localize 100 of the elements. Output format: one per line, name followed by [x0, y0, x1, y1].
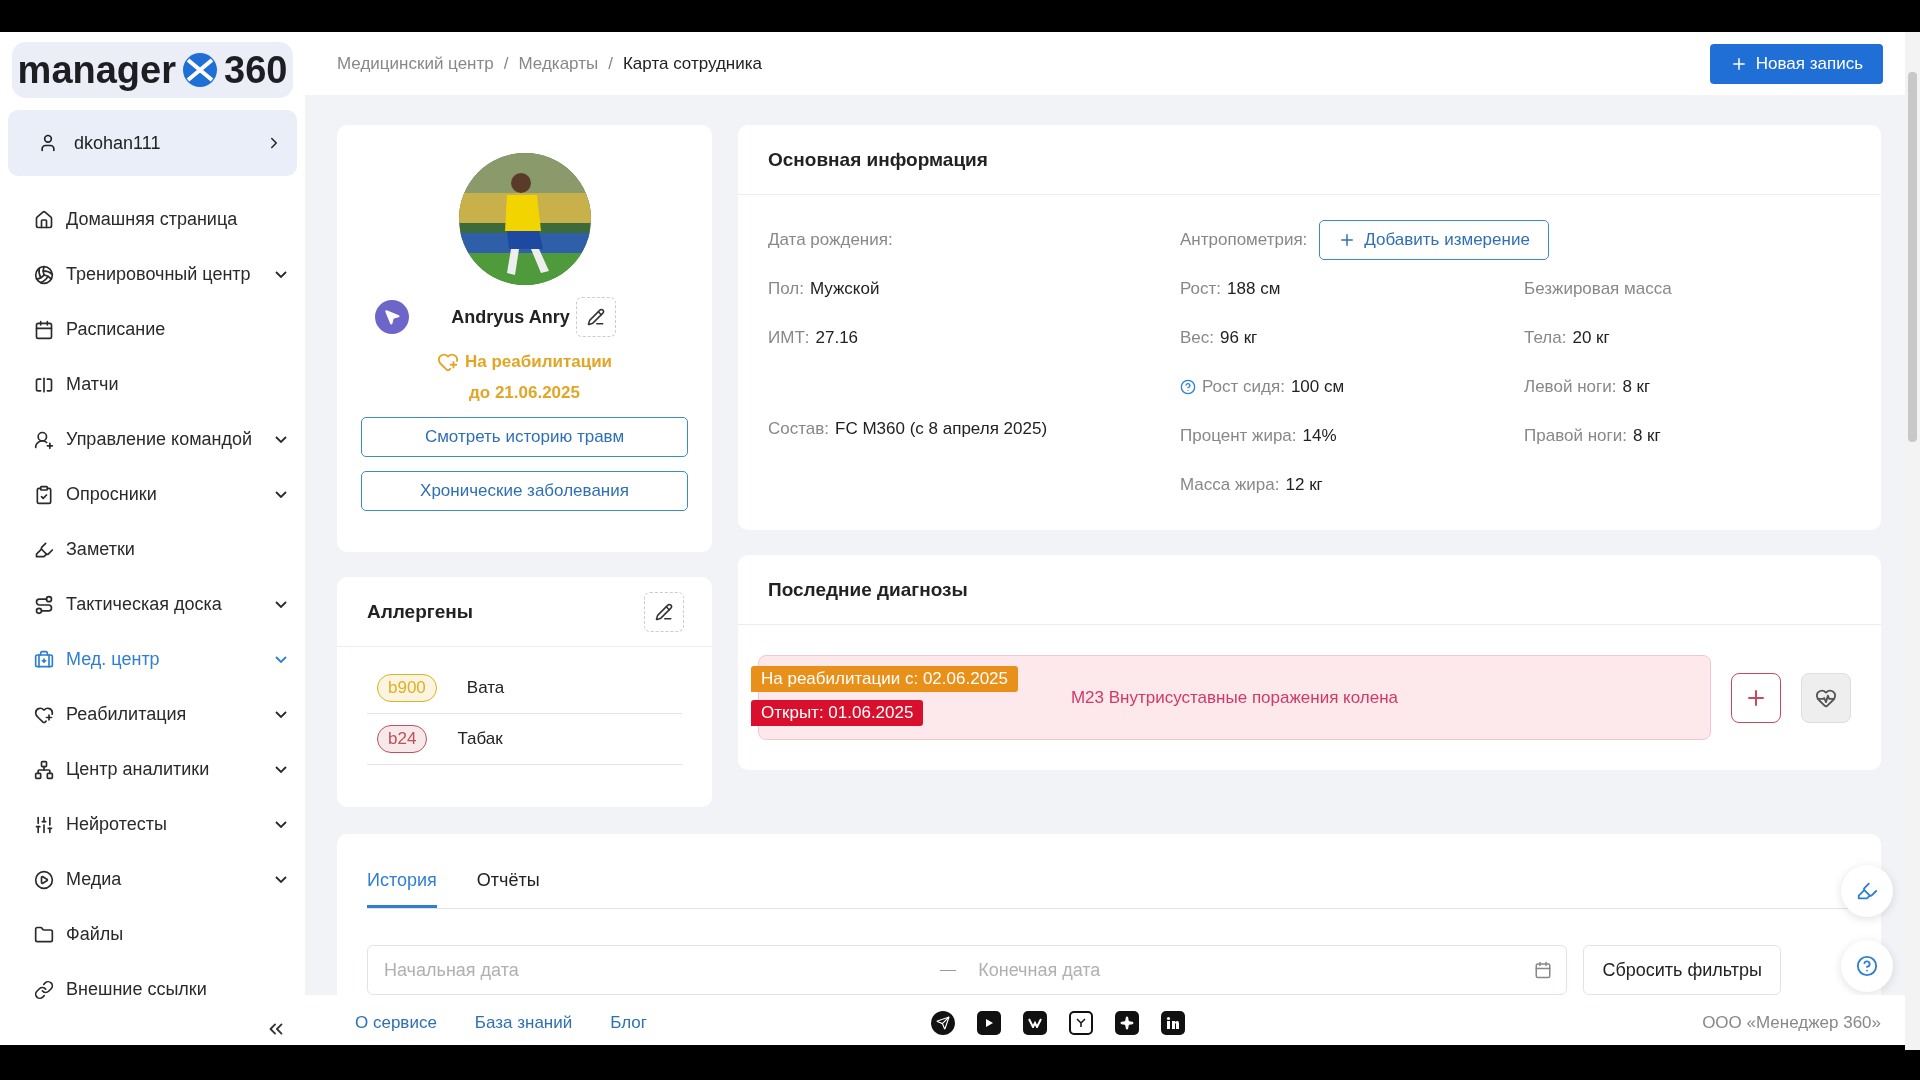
calendar-icon [34, 319, 54, 340]
linkedin-icon[interactable] [1161, 1010, 1185, 1035]
breadcrumb-link[interactable]: Карта сотрудника [622, 53, 762, 74]
footer-link[interactable]: База знаний [474, 1012, 573, 1033]
end-date-field[interactable]: Конечная дата [976, 958, 1515, 982]
field-value: 8 кг [1632, 425, 1661, 446]
footer-link[interactable]: Блог [610, 1012, 647, 1033]
allergen-code: b24 [377, 725, 428, 753]
field-value: 12 кг [1285, 474, 1323, 495]
pointer-icon [375, 300, 409, 334]
nav-item[interactable]: Тактическая доска [8, 577, 297, 632]
user-plus-icon [34, 429, 54, 450]
play-icon[interactable] [977, 1010, 1001, 1035]
route-icon [34, 594, 54, 615]
card-title: Последние диагнозы [768, 578, 968, 601]
tab[interactable]: История [367, 860, 437, 908]
field-label: Рост: [1180, 278, 1222, 299]
edit-button[interactable] [644, 591, 684, 632]
medical-kit-icon [34, 649, 54, 670]
add-button[interactable] [1731, 672, 1781, 723]
card-title: Аллергены [367, 600, 473, 623]
calendar-icon [1534, 961, 1553, 979]
user-menu[interactable]: dkohan111 [8, 110, 297, 176]
outline-button[interactable]: Смотреть историю травм [361, 417, 688, 457]
new-record-button[interactable]: Новая запись [1709, 43, 1883, 84]
footer-link[interactable]: О сервисе [355, 1012, 437, 1033]
sparkle-icon[interactable] [1115, 1010, 1139, 1035]
heart-icon [34, 704, 54, 725]
field-value: 20 кг [1572, 327, 1610, 348]
edit-button[interactable] [575, 297, 616, 337]
nav-item[interactable]: Расписание [8, 302, 297, 357]
user-icon [38, 133, 58, 153]
square-logo-icon[interactable] [1023, 1010, 1047, 1035]
nav-item[interactable]: Реабилитация [8, 687, 297, 742]
heart-icon [436, 351, 459, 373]
highlighter-icon [1856, 880, 1878, 902]
field-label: Антропометрия: [1180, 229, 1308, 250]
breadcrumb-separator: / [503, 53, 509, 74]
nav-item[interactable]: Домашняя страница [8, 192, 297, 247]
field-value: 100 см [1290, 376, 1345, 397]
allergen-name: Табак [457, 729, 503, 749]
nav-item[interactable]: Управление командой [8, 412, 297, 467]
field-label: Дата рождения: [768, 229, 893, 250]
diagnosis-text: M23 Внутрисуставные поражения колена [1070, 687, 1399, 708]
clipboard-check-icon [34, 484, 54, 505]
add-measurement-button[interactable]: Добавить измерение [1319, 219, 1549, 260]
field-label: Состав: [768, 418, 830, 439]
nav-item[interactable]: Матчи [8, 357, 297, 412]
employee-name: Andryus Anry [451, 306, 570, 328]
nav-item[interactable]: Внешние ссылки [8, 962, 297, 1017]
field-label: Пол: [768, 278, 804, 299]
ball-icon [34, 264, 54, 285]
allergen-name: Вата [466, 678, 505, 698]
folder-icon [34, 924, 54, 945]
nav-item[interactable]: Файлы [8, 907, 297, 962]
copyright-text: ООО «Менеджер 360» [1701, 1012, 1881, 1033]
field-label: Правой ноги: [1524, 425, 1627, 446]
help-icon [1856, 955, 1878, 977]
field-value: 188 см [1227, 278, 1281, 299]
nav-item[interactable]: Тренировочный центр [8, 247, 297, 302]
status-date: до 21.06.2025 [469, 383, 580, 403]
status-tag: На реабилитации с: 02.06.2025 [751, 666, 1018, 692]
outline-button[interactable]: Хронические заболевания [361, 471, 688, 511]
highlighter-icon [34, 539, 54, 560]
pencil-icon [655, 602, 673, 621]
nav-item[interactable]: Заметки [8, 522, 297, 577]
status-text: На реабилитации [464, 352, 613, 372]
nav-item[interactable]: Опросники [8, 467, 297, 522]
sliders-icon [34, 814, 54, 835]
heartbeat-button[interactable] [1801, 672, 1851, 723]
tab[interactable]: Отчёты [476, 860, 540, 908]
paper-plane-icon[interactable] [931, 1010, 955, 1035]
nav-item[interactable]: Нейротесты [8, 797, 297, 852]
breadcrumb-link[interactable]: Медкарты [518, 53, 599, 74]
breadcrumb-link[interactable]: Медицинский центр [337, 53, 494, 74]
allergen-code: b900 [377, 674, 437, 702]
help-icon[interactable] [1180, 378, 1196, 395]
field-label: ИМТ: [768, 327, 810, 348]
logo[interactable]: manager 360 [12, 42, 293, 98]
field-label: Тела: [1524, 327, 1567, 348]
start-date-field[interactable]: Начальная дата [382, 958, 921, 982]
field-label: Процент жира: [1180, 425, 1297, 446]
nav-item[interactable]: Центр аналитики [8, 742, 297, 797]
field-label: Масса жира: [1180, 474, 1280, 495]
nav-item[interactable]: Медиа [8, 852, 297, 907]
field-value: 96 кг [1220, 327, 1258, 348]
reset-filters-button[interactable]: Сбросить фильтры [1583, 945, 1781, 995]
field-value: Мужской [809, 278, 880, 299]
nav-item[interactable]: Мед. центр [8, 632, 297, 687]
field-label: Вес: [1180, 327, 1215, 348]
field-label: Безжировая масса [1524, 278, 1672, 299]
network-icon [34, 759, 54, 780]
card-title: Основная информация [768, 148, 988, 171]
field-value: 14% [1302, 425, 1337, 446]
field-value: 8 кг [1622, 376, 1651, 397]
pencil-icon [586, 308, 605, 326]
field-label: Левой ноги: [1524, 376, 1617, 397]
outlined-square-icon[interactable] [1069, 1010, 1093, 1035]
field-value: FC M360 (с 8 апреля 2025) [835, 418, 1048, 439]
house-icon [34, 209, 54, 230]
